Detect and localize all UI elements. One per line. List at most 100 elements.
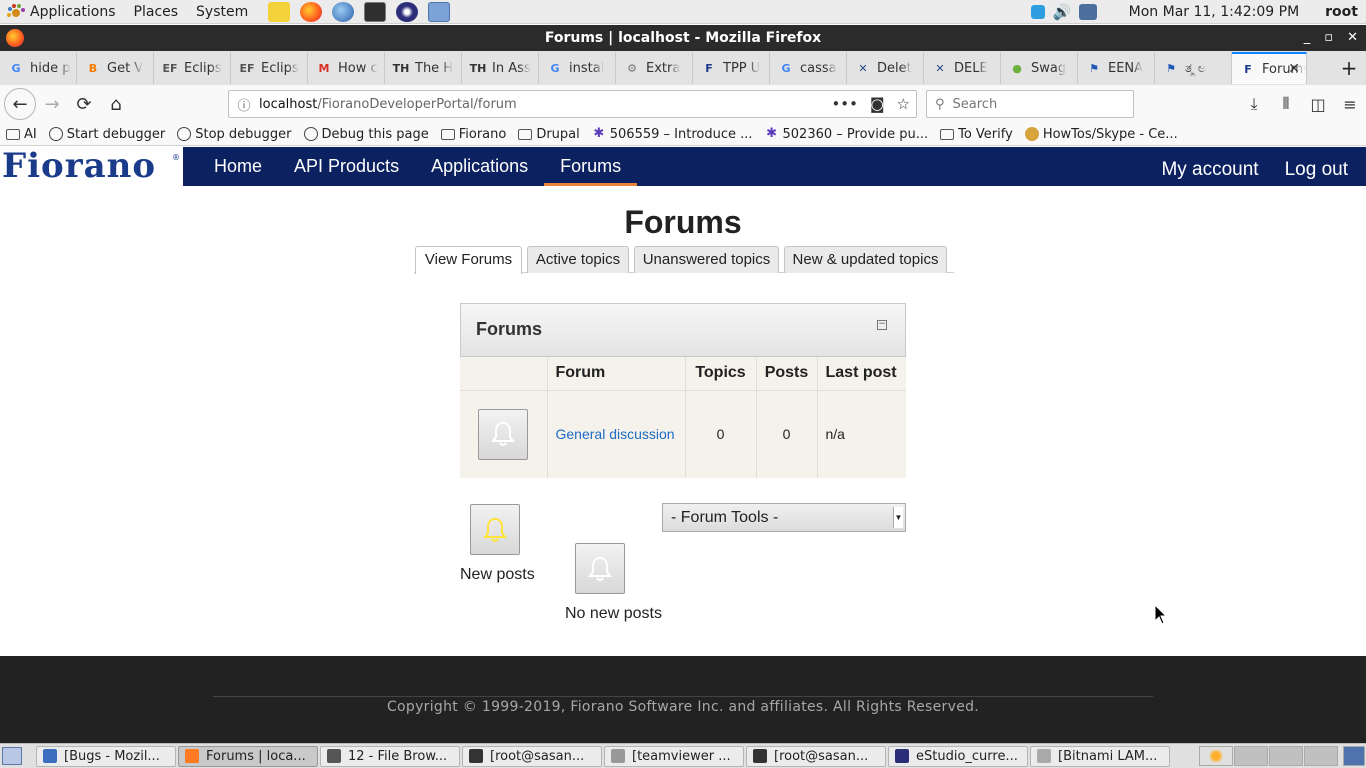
browser-tab[interactable]: Gcassa (770, 52, 847, 84)
clock[interactable]: Mon Mar 11, 1:42:09 PM (1129, 4, 1300, 20)
site-logo[interactable]: Fiorano ® (0, 147, 183, 186)
pocket-icon[interactable]: ◙ (870, 95, 885, 113)
nav-home[interactable]: Home (198, 147, 278, 186)
volume-icon[interactable]: 🔊 (1053, 3, 1072, 21)
taskbar-window-button[interactable]: eStudio_curre... (888, 745, 1028, 767)
address-bar[interactable]: ⓘ localhost/FioranoDeveloperPortal/forum… (228, 90, 917, 118)
bookmark-item[interactable]: HowTos/Skype - Ce... (1019, 127, 1184, 142)
workspace-4[interactable] (1304, 746, 1338, 766)
bookmark-item[interactable]: Fiorano (435, 127, 513, 142)
applications-menu[interactable]: Applications (0, 0, 124, 24)
bookmark-item[interactable]: AI (0, 127, 43, 142)
browser-tab[interactable]: M How c (308, 52, 385, 84)
taskbar-window-button[interactable]: [root@sasan... (746, 745, 886, 767)
browser-tab[interactable]: F Forums ✕ (1232, 52, 1307, 84)
page-actions-icon[interactable]: ••• (831, 95, 858, 113)
home-button[interactable]: ⌂ (100, 88, 132, 120)
menu-button[interactable]: ≡ (1334, 88, 1366, 120)
taskbar-window-button[interactable]: 12 - File Brow... (320, 745, 460, 767)
bookmark-item[interactable]: To Verify (934, 127, 1019, 142)
bookmarks-toolbar: AI Start debugger Stop debugger Debug this … (0, 123, 1366, 146)
taskbar-window-button[interactable]: [Bitnami LAM... (1030, 745, 1170, 767)
tab-strip: Ghide p B Get V EF Eclips EF Eclips M How c TH The… (0, 51, 1366, 85)
collapse-icon[interactable]: − (877, 320, 887, 330)
taskbar-window-button[interactable]: [teamviewer ... (604, 745, 744, 767)
browser-tab[interactable]: B Get V (77, 52, 154, 84)
reload-button[interactable]: ⟳ (68, 88, 100, 120)
tab-favicon-icon: G (11, 61, 21, 75)
terminal-launcher-icon[interactable] (364, 1, 387, 22)
info-icon[interactable]: ⓘ (229, 95, 259, 114)
minimize-icon[interactable]: _ (1304, 25, 1311, 51)
tab-new-updated-topics[interactable]: New & updated topics (784, 246, 947, 273)
forum-name-cell: General discussion (547, 389, 686, 478)
tab-unanswered-topics[interactable]: Unanswered topics (634, 246, 779, 273)
browser-tab[interactable]: EF Eclips (154, 52, 231, 84)
close-tab-icon[interactable]: ✕ (1288, 61, 1300, 77)
nav-applications[interactable]: Applications (415, 147, 544, 186)
browser-tab[interactable]: TH The H (385, 52, 462, 84)
bookmark-item[interactable]: Debug this page (298, 127, 435, 142)
skype-tray-icon[interactable] (1030, 5, 1045, 19)
download-icon: ⤓ (1250, 94, 1258, 113)
tab-favicon-icon: B (88, 61, 98, 75)
back-button[interactable]: ← (4, 88, 36, 120)
tab-active-topics[interactable]: Active topics (527, 246, 629, 273)
nav-api-products[interactable]: API Products (278, 147, 415, 186)
browser-tab[interactable]: ⚑ EENA (1078, 52, 1155, 84)
taskbar-window-label: [root@sasan... (490, 748, 585, 764)
forum-tools-select[interactable]: - Forum Tools - ▼ (662, 503, 906, 532)
bookmark-item[interactable]: Start debugger (43, 127, 171, 142)
taskbar-window-button[interactable]: [Bugs - Mozil... (36, 745, 176, 767)
nav-my-account[interactable]: My account (1153, 147, 1276, 186)
browser-tab[interactable]: TH In Ass (462, 52, 539, 84)
browser-tab[interactable]: ⚑ ತ್ಮ ಅ (1155, 52, 1232, 84)
downloads-button[interactable]: ⤓ (1238, 88, 1270, 120)
firefox-launcher-icon[interactable] (300, 1, 323, 22)
network-icon[interactable] (1078, 4, 1097, 20)
nav-log-out[interactable]: Log out (1277, 147, 1366, 186)
browser-tab[interactable]: F TPP U (693, 52, 770, 84)
bookmark-item[interactable]: Stop debugger (171, 127, 297, 142)
tab-view-forums[interactable]: View Forums (415, 246, 522, 274)
system-menu[interactable]: System (186, 0, 256, 24)
new-tab-button[interactable]: + (1332, 56, 1366, 80)
browser-tab[interactable]: EF Eclips (231, 52, 308, 84)
taskbar-window-button[interactable]: Forums | loca... (178, 745, 318, 767)
browser-tab[interactable]: ✕ DELE (924, 52, 1001, 84)
tab-favicon-icon: G (781, 61, 791, 75)
nav-forums[interactable]: Forums (544, 147, 638, 186)
forum-table: Forum Topics Posts Last post General dis… (460, 357, 906, 478)
file-manager-launcher-icon[interactable] (428, 1, 451, 22)
bookmark-star-icon[interactable]: ☆ (897, 95, 910, 113)
bookmark-item[interactable]: ✱ 502360 – Provide pu... (759, 127, 935, 142)
eclipse-launcher-icon[interactable] (396, 1, 419, 22)
places-menu[interactable]: Places (124, 0, 187, 24)
search-bar[interactable]: ⚲ (926, 90, 1134, 118)
taskbar-window-button[interactable]: [root@sasan... (462, 745, 602, 767)
trash-icon[interactable] (1343, 746, 1365, 766)
user-menu[interactable]: root (1325, 4, 1358, 20)
browser-tab[interactable]: ● Swag (1001, 52, 1078, 84)
thunderbird-launcher-icon[interactable] (332, 1, 355, 22)
text-editor-launcher-icon[interactable] (268, 1, 291, 22)
workspace-3[interactable] (1269, 746, 1303, 766)
browser-tab[interactable]: ✕ Delet (847, 52, 924, 84)
close-window-icon[interactable]: ✕ (1347, 25, 1358, 51)
sidebar-button[interactable]: ◫ (1302, 88, 1334, 120)
bookmark-item[interactable]: ✱ 506559 – Introduce ... (586, 127, 759, 142)
window-titlebar[interactable]: Forums | localhost - Mozilla Firefox _ ▫… (0, 25, 1366, 51)
forum-link[interactable]: General discussion (556, 426, 675, 442)
library-button[interactable]: ⫴ (1270, 88, 1302, 120)
tab-label: Eclips (184, 60, 222, 76)
bookmark-item[interactable]: Drupal (512, 127, 585, 142)
search-input[interactable] (952, 96, 1123, 112)
forward-button[interactable]: → (36, 88, 68, 120)
firefox-workspace-icon[interactable] (1199, 746, 1233, 766)
maximize-icon[interactable]: ▫ (1324, 25, 1333, 51)
browser-tab[interactable]: ⚙ Extra (616, 52, 693, 84)
browser-tab[interactable]: Ginstal (539, 52, 616, 84)
show-desktop-icon[interactable] (2, 747, 22, 765)
workspace-2[interactable] (1234, 746, 1268, 766)
browser-tab[interactable]: Ghide p (0, 52, 77, 84)
